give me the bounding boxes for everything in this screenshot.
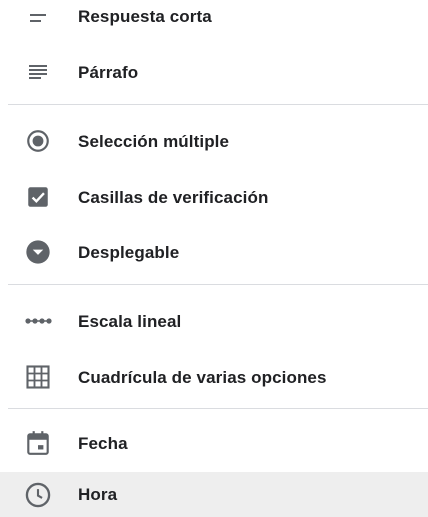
grid-icon xyxy=(22,361,54,393)
menu-item-date[interactable]: Fecha xyxy=(0,422,428,464)
checkbox-icon xyxy=(22,181,54,213)
menu-item-label: Párrafo xyxy=(78,63,139,82)
radio-button-icon xyxy=(22,125,54,157)
linear-scale-icon xyxy=(22,305,54,337)
paragraph-icon xyxy=(22,56,54,88)
dropdown-icon xyxy=(22,236,54,268)
menu-item-label: Hora xyxy=(78,485,118,504)
question-type-menu: Respuesta corta Párrafo Selección múltip… xyxy=(0,0,428,517)
menu-item-short-answer[interactable]: Respuesta corta xyxy=(0,0,428,36)
divider xyxy=(8,284,428,285)
clock-icon xyxy=(22,479,54,511)
divider xyxy=(8,104,428,105)
divider xyxy=(8,408,428,409)
menu-item-label: Selección múltiple xyxy=(78,132,230,151)
menu-item-paragraph[interactable]: Párrafo xyxy=(0,52,428,92)
menu-item-label: Respuesta corta xyxy=(78,7,212,26)
menu-item-label: Cuadrícula de varias opciones xyxy=(78,368,327,387)
menu-item-multiple-choice-grid[interactable]: Cuadrícula de varias opciones xyxy=(0,356,428,398)
menu-item-label: Casillas de verificación xyxy=(78,188,269,207)
menu-item-label: Fecha xyxy=(78,434,128,453)
calendar-icon xyxy=(22,427,54,459)
menu-item-dropdown[interactable]: Desplegable xyxy=(0,231,428,273)
menu-item-time[interactable]: Hora xyxy=(0,472,428,517)
menu-item-label: Escala lineal xyxy=(78,312,182,331)
menu-item-checkboxes[interactable]: Casillas de verificación xyxy=(0,176,428,218)
short-answer-icon xyxy=(22,2,54,34)
menu-item-multiple-choice[interactable]: Selección múltiple xyxy=(0,120,428,162)
menu-item-label: Desplegable xyxy=(78,243,180,262)
menu-item-linear-scale[interactable]: Escala lineal xyxy=(0,300,428,342)
